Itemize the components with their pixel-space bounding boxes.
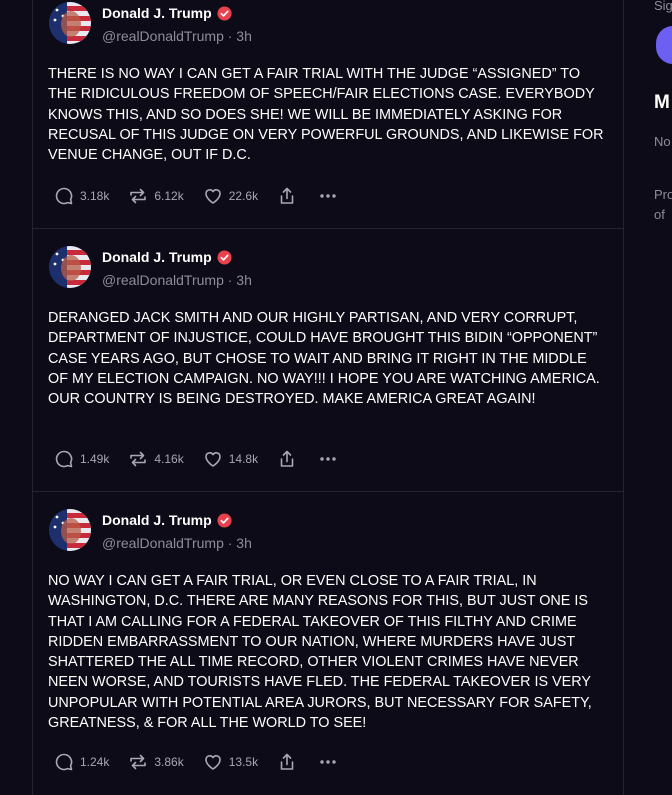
right-sidebar: Sig M No Pro of: [654, 0, 672, 795]
post-text: DERANGED JACK SMITH AND OUR HIGHLY PARTI…: [48, 310, 600, 408]
post-actions: 1.49k 4.16k 14.8k: [54, 447, 357, 471]
avatar[interactable]: [49, 246, 91, 288]
like-button[interactable]: 13.5k: [203, 752, 258, 772]
retruth-count: 6.12k: [154, 189, 184, 203]
post-text: NO WAY I CAN GET A FAIR TRIAL, OR EVEN C…: [48, 573, 592, 732]
author-handle[interactable]: @realDonaldTrump · 3h: [102, 272, 252, 288]
share-icon: [280, 450, 294, 467]
author-name[interactable]: Donald J. Trump: [102, 5, 232, 21]
reply-count: 1.24k: [80, 755, 110, 769]
author-handle[interactable]: @realDonaldTrump · 3h: [102, 535, 252, 551]
more-button[interactable]: [318, 186, 338, 206]
verified-icon: [217, 5, 232, 21]
reply-button[interactable]: 1.49k: [54, 449, 109, 469]
author-name-label: Donald J. Trump: [102, 5, 212, 21]
like-icon: [204, 189, 221, 204]
retruth-count: 3.86k: [154, 755, 184, 769]
retruth-count: 4.16k: [154, 452, 184, 466]
reply-icon: [55, 753, 73, 771]
sidebar-action-button[interactable]: [656, 26, 672, 64]
post-actions: 1.24k 3.86k 13.5k: [54, 750, 357, 774]
sidebar-heading: M: [654, 92, 670, 113]
like-count: 22.6k: [228, 189, 259, 203]
post[interactable]: Donald J. Trump @realDonaldTrump · 3h NO…: [33, 492, 623, 795]
verified-icon: [217, 512, 232, 528]
retruth-button[interactable]: 6.12k: [128, 186, 184, 206]
like-count: 14.8k: [228, 452, 259, 466]
retruth-button[interactable]: 4.16k: [128, 449, 184, 469]
share-button[interactable]: [277, 449, 297, 469]
share-button[interactable]: [277, 752, 297, 772]
sidebar-footer-line: of: [654, 207, 665, 222]
author-name[interactable]: Donald J. Trump: [102, 512, 232, 528]
retruth-button[interactable]: 3.86k: [128, 752, 184, 772]
share-icon: [280, 753, 294, 770]
avatar[interactable]: [49, 509, 91, 551]
author-name-label: Donald J. Trump: [102, 249, 212, 265]
like-button[interactable]: 14.8k: [203, 449, 258, 469]
more-icon: [320, 194, 336, 198]
verified-icon: [217, 249, 232, 265]
reply-button[interactable]: 1.24k: [54, 752, 109, 772]
more-icon: [320, 457, 336, 461]
like-icon: [204, 755, 221, 770]
reply-icon: [55, 187, 73, 205]
share-button[interactable]: [277, 186, 297, 206]
reply-count: 3.18k: [80, 189, 110, 203]
post[interactable]: Donald J. Trump @realDonaldTrump · 3h DE…: [33, 229, 623, 492]
author-handle[interactable]: @realDonaldTrump · 3h: [102, 28, 252, 44]
reply-count: 1.49k: [80, 452, 110, 466]
timeline-feed: Donald J. Trump @realDonaldTrump · 3h TH…: [32, 0, 624, 795]
more-button[interactable]: [318, 449, 338, 469]
avatar[interactable]: [49, 2, 91, 44]
retruth-icon: [130, 188, 147, 204]
retruth-icon: [130, 754, 147, 770]
author-name[interactable]: Donald J. Trump: [102, 249, 232, 265]
more-icon: [320, 760, 336, 764]
like-icon: [204, 452, 221, 467]
retruth-icon: [130, 451, 147, 467]
sidebar-text: No: [654, 134, 671, 149]
author-name-label: Donald J. Trump: [102, 512, 212, 528]
like-button[interactable]: 22.6k: [203, 186, 258, 206]
share-icon: [280, 187, 294, 204]
post[interactable]: Donald J. Trump @realDonaldTrump · 3h TH…: [33, 0, 623, 229]
reply-icon: [55, 450, 73, 468]
sidebar-footer-text: Pro of: [654, 185, 672, 225]
post-actions: 3.18k 6.12k 22.6k: [54, 184, 357, 208]
reply-button[interactable]: 3.18k: [54, 186, 109, 206]
like-count: 13.5k: [228, 755, 259, 769]
sidebar-footer-line: Pro: [654, 187, 672, 202]
sidebar-signup-text: Sig: [654, 0, 672, 13]
more-button[interactable]: [318, 752, 338, 772]
post-text: THERE IS NO WAY I CAN GET A FAIR TRIAL W…: [48, 66, 604, 164]
